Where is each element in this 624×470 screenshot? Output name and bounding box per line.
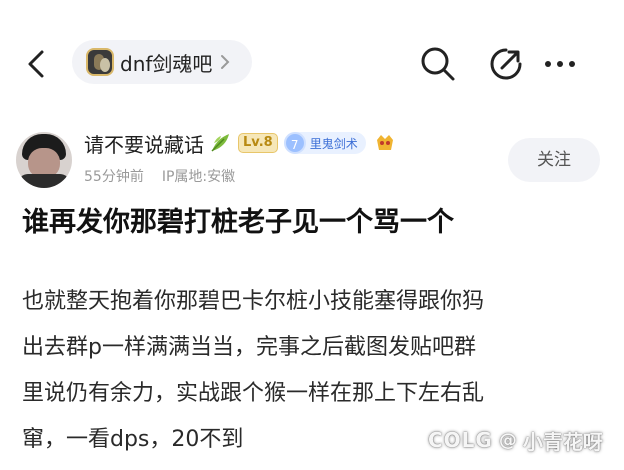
- watermark-brand: COLG: [428, 428, 493, 452]
- post-body-line: 里说仍有余力，实战跟个猴一样在那上下左右乱: [22, 381, 485, 406]
- ip-location: IP属地:安徽: [161, 169, 236, 185]
- follow-button[interactable]: 关注: [508, 138, 600, 182]
- watermark-user: 小青花呀: [522, 429, 603, 454]
- post-title: 谁再发你那碧打桩老子见一个骂一个: [22, 207, 454, 238]
- forum-link[interactable]: dnf剑魂吧: [72, 40, 252, 84]
- post-body-line: 也就整天抱着你那碧巴卡尔桩小技能塞得跟你犸: [22, 289, 485, 314]
- top-navigation-bar: dnf剑魂吧: [0, 0, 624, 110]
- post-body-line: 出去群p一样满满当当，完事之后截图发贴吧群: [22, 335, 476, 360]
- share-icon[interactable]: [486, 44, 526, 84]
- medal-icon: [376, 135, 393, 150]
- author-header: 请不要说藏话 Lv.8 7 里鬼剑术 55分钟前 IP属地:安徽 关注: [16, 128, 616, 192]
- forum-name: dnf剑魂吧: [120, 51, 213, 76]
- forum-avatar: [86, 48, 114, 76]
- more-icon[interactable]: [540, 44, 580, 84]
- leaf-icon: [211, 134, 229, 152]
- title-badge: 7 里鬼剑术: [283, 132, 366, 154]
- post-time: 55分钟前: [84, 169, 144, 185]
- search-icon[interactable]: [418, 44, 458, 84]
- back-icon[interactable]: [22, 44, 52, 84]
- level-badge: Lv.8: [238, 133, 278, 153]
- author-name-row: 请不要说藏话 Lv.8 7 里鬼剑术: [84, 128, 396, 158]
- watermark-at: @: [498, 429, 517, 451]
- post-meta: 55分钟前 IP属地:安徽: [84, 166, 235, 186]
- avatar[interactable]: [16, 132, 72, 188]
- chevron-right-icon: [221, 55, 230, 69]
- badge-number: 7: [283, 132, 306, 154]
- author-name[interactable]: 请不要说藏话: [84, 129, 204, 158]
- watermark: COLG @ 小青花呀: [428, 422, 603, 458]
- badge-text: 里鬼剑术: [309, 136, 358, 151]
